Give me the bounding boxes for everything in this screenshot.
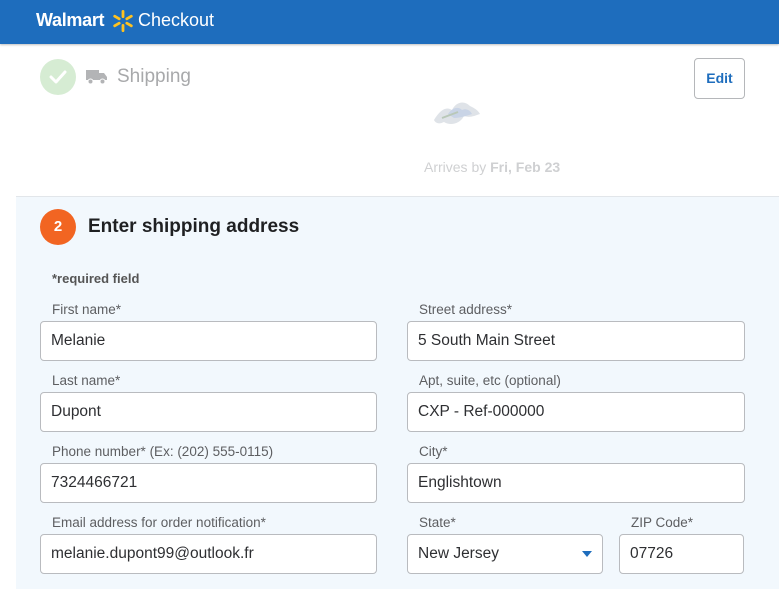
state-label: State*: [419, 515, 456, 530]
checkout-title: Checkout: [138, 10, 215, 30]
shipping-step-title: Shipping: [117, 66, 191, 87]
arrives-prefix: Arrives by: [424, 159, 487, 175]
last-name-input[interactable]: Dupont: [40, 392, 377, 432]
first-name-input[interactable]: Melanie: [40, 321, 377, 361]
product-thumbnail: [434, 102, 480, 124]
state-select[interactable]: New Jersey: [407, 534, 603, 574]
street-address-label: Street address*: [419, 302, 513, 317]
apt-label: Apt, suite, etc (optional): [419, 373, 561, 388]
section-title: Enter shipping address: [88, 216, 300, 237]
step-complete-check: [40, 59, 76, 95]
last-name-label: Last name*: [52, 373, 121, 388]
step-number-badge: 2: [40, 209, 76, 245]
phone-label: Phone number* (Ex: (202) 555-0115): [52, 444, 274, 459]
zip-label: ZIP Code*: [631, 515, 694, 530]
email-label: Email address for order notification*: [52, 515, 266, 530]
street-address-input[interactable]: 5 South Main Street: [407, 321, 745, 361]
zip-input[interactable]: 07726: [619, 534, 744, 574]
required-field-note: *required field: [52, 271, 140, 286]
phone-input[interactable]: 7324466721: [40, 463, 377, 503]
chevron-down-icon: [582, 551, 592, 557]
state-selected-value: New Jersey: [418, 545, 499, 562]
arrival-estimate: Arrives by Fri, Feb 23: [424, 159, 560, 175]
apt-input[interactable]: CXP - Ref-000000: [407, 392, 745, 432]
walmart-spark-icon: [113, 10, 133, 32]
check-icon: [49, 70, 67, 84]
first-name-label: First name*: [52, 302, 122, 317]
arrival-date: Fri, Feb 23: [490, 159, 561, 175]
truck-icon: [86, 70, 107, 85]
edit-shipping-button[interactable]: Edit: [694, 58, 745, 99]
email-input[interactable]: melanie.dupont99@outlook.fr: [40, 534, 377, 574]
city-input[interactable]: Englishtown: [407, 463, 745, 503]
walmart-logo-text[interactable]: Walmart: [36, 10, 105, 31]
city-label: City*: [419, 444, 448, 459]
top-header: Walmart Checkout: [0, 0, 779, 44]
